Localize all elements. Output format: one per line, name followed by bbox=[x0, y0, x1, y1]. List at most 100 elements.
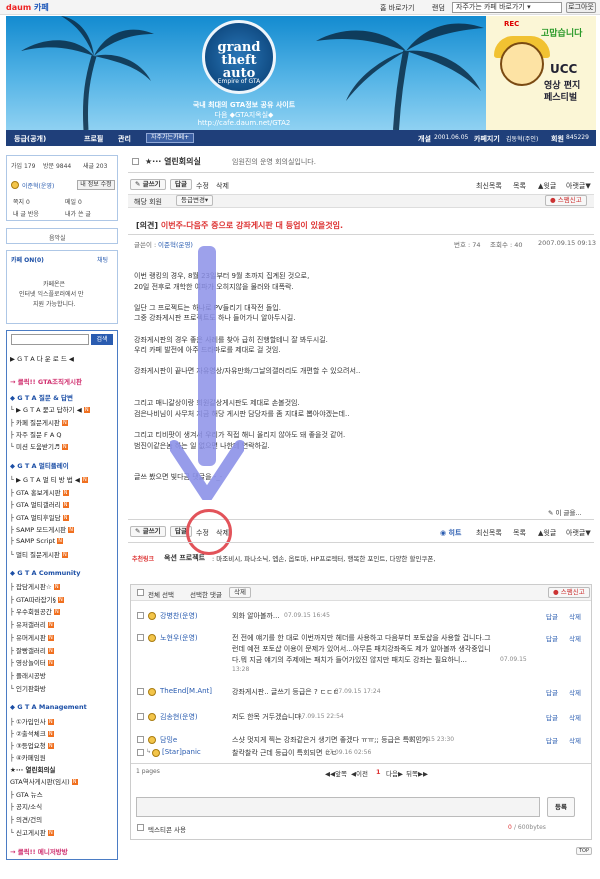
comment-spam-button[interactable]: ● 스팸신고 bbox=[548, 587, 590, 598]
menu-section-header[interactable]: ◆ G T A Management bbox=[10, 703, 87, 711]
menu-search-button[interactable]: 검색 bbox=[91, 334, 113, 345]
menu-item[interactable]: ├ 의견/건의 bbox=[10, 814, 42, 824]
comment-reply-link[interactable]: 답글 bbox=[546, 611, 558, 621]
menu-item[interactable]: ├ 카페 질문게시판 N bbox=[10, 417, 68, 427]
ad-links[interactable]: : 마조비시, 파나소닉, 엡손, 옵토마, HP프로젝터, 행복한 포인트, … bbox=[212, 553, 435, 563]
note-link[interactable]: 쪽지 0 bbox=[13, 197, 30, 206]
comment-checkbox[interactable] bbox=[137, 634, 144, 641]
menu-item[interactable]: └ ▶ G T A 멀 티 방 법 ◀ N bbox=[10, 474, 88, 484]
prev-post-link-bottom[interactable]: ▲윗글 bbox=[538, 528, 556, 538]
commenter-name[interactable]: 김송현(운영) bbox=[160, 712, 198, 722]
menu-section-header[interactable]: ◆ G T A 질문 & 답변 bbox=[10, 392, 73, 402]
edit-profile-button[interactable]: 내 정보 수정 bbox=[77, 180, 115, 190]
comment-checkbox[interactable] bbox=[137, 736, 144, 743]
latest-list-link-bottom[interactable]: 최신목록 bbox=[476, 528, 502, 538]
menu-item[interactable]: ├ SAMP 모드게시판 N bbox=[10, 524, 75, 534]
menu-search-input[interactable] bbox=[11, 334, 89, 345]
pager-current[interactable]: 1 bbox=[376, 768, 381, 776]
ucc-ad[interactable]: REC 고맙습니다 UCC 영상 편지 페스티벌 bbox=[486, 16, 596, 130]
prev-post-link[interactable]: ▲윗글 bbox=[538, 181, 556, 191]
home-link[interactable]: 홈 바로가기 bbox=[380, 3, 414, 13]
logout-button[interactable]: 로그아웃 bbox=[566, 2, 596, 13]
menu-item[interactable]: ├ ③등업요청 N bbox=[10, 740, 54, 750]
menu-item[interactable]: ├ ①가입인사 N bbox=[10, 716, 54, 726]
write-button[interactable]: ✎ 글쓰기 bbox=[130, 179, 166, 190]
heat-link[interactable]: ◉ 히트 bbox=[440, 528, 461, 538]
my-reply-link[interactable]: 내 글 반응 bbox=[13, 209, 39, 218]
my-write-link[interactable]: 내가 쓴 글 bbox=[65, 209, 91, 218]
emoticon-checkbox[interactable] bbox=[137, 824, 144, 831]
menu-item[interactable]: GTA역사게시판(임시) N bbox=[10, 776, 78, 786]
comment-reply-link[interactable]: 답글 bbox=[546, 735, 558, 745]
select-all-checkbox[interactable] bbox=[137, 589, 144, 596]
grade-change-select[interactable]: 등급변경▾ bbox=[176, 195, 214, 206]
random-link[interactable]: 랜덤 bbox=[432, 3, 445, 13]
chat-link[interactable]: 채팅 bbox=[97, 255, 108, 264]
music-box[interactable]: 음악실 bbox=[6, 228, 118, 244]
comment-delete-link[interactable]: 삭제 bbox=[569, 735, 581, 745]
comment-checkbox[interactable] bbox=[137, 713, 144, 720]
menu-item[interactable]: ├ 유저갤러리 N bbox=[10, 619, 54, 629]
menu-item[interactable]: ├ 플래시공방 bbox=[10, 670, 46, 680]
comment-reply-link[interactable]: 답글 bbox=[546, 687, 558, 697]
menu-item[interactable]: └ 인기판화방 bbox=[10, 683, 46, 693]
menu-section-header[interactable]: ◆ G T A Community bbox=[10, 569, 80, 577]
pager-last[interactable]: 뒤쪽▶▶ bbox=[406, 768, 428, 778]
top-button[interactable]: TOP bbox=[576, 847, 593, 855]
commenter-name[interactable]: TheEnd[M.Ant] bbox=[160, 687, 212, 695]
menu-item[interactable]: ▶ G T A 다 운 로 드 ◀ bbox=[10, 353, 74, 363]
favorite-cafe-button[interactable]: 자주가는카페+ bbox=[146, 133, 195, 143]
comment-checkbox[interactable] bbox=[137, 612, 144, 619]
comment-delete-link[interactable]: 삭제 bbox=[569, 611, 581, 621]
banner-url[interactable]: http://cafe.daum.net/GTA2 bbox=[176, 119, 312, 127]
commenter-name[interactable]: 노현우(운영) bbox=[160, 633, 198, 643]
menu-item[interactable]: → 클릭!! 메니저방방 bbox=[10, 846, 68, 856]
spam-report-button[interactable]: ● 스팸신고 bbox=[545, 195, 587, 206]
menu-item[interactable]: ├ GTA따라잡기§ N bbox=[10, 594, 64, 604]
menu-item[interactable]: ├ 영상놀이터 N bbox=[10, 657, 54, 667]
list-link-bottom[interactable]: 목록 bbox=[513, 528, 526, 538]
next-post-link-bottom[interactable]: 아랫글▼ bbox=[566, 528, 591, 538]
nav-profile[interactable]: 프로필 bbox=[84, 134, 103, 144]
comment-checkbox[interactable] bbox=[137, 749, 144, 756]
list-link[interactable]: 목록 bbox=[513, 181, 526, 191]
ad-title[interactable]: 옥션 프로젝트 bbox=[164, 553, 205, 563]
menu-item[interactable]: ★··· 열린회의실 bbox=[10, 764, 55, 774]
menu-item[interactable]: ├ 우수회원공간 N bbox=[10, 606, 60, 616]
reply-button[interactable]: 답글 bbox=[170, 179, 192, 190]
menu-item[interactable]: ├ ④카페임원 bbox=[10, 752, 46, 762]
menu-item[interactable]: → 클릭!! GTA조직게시판 bbox=[10, 376, 82, 386]
menu-item[interactable]: ├ 잡담게시판☆ N bbox=[10, 581, 60, 591]
commenter-name[interactable]: 담밍e bbox=[160, 735, 177, 745]
comment-reply-link[interactable]: 답글 bbox=[546, 633, 558, 643]
pager-first[interactable]: ◀◀앞쪽 bbox=[325, 768, 347, 778]
comment-textarea[interactable] bbox=[136, 797, 540, 817]
next-post-link[interactable]: 아랫글▼ bbox=[566, 181, 591, 191]
mail-link[interactable]: 메일 0 bbox=[65, 197, 82, 206]
latest-list-link[interactable]: 최신목록 bbox=[476, 181, 502, 191]
favorite-cafe-select[interactable]: 자주가는 카페 바로가기 ▾ bbox=[452, 2, 562, 13]
write-button-bottom[interactable]: ✎ 글쓰기 bbox=[130, 526, 166, 537]
comment-delete-link[interactable]: 삭제 bbox=[569, 687, 581, 697]
edit-link[interactable]: 수정 bbox=[196, 181, 209, 191]
nav-member[interactable]: 등급(공개) bbox=[14, 134, 46, 144]
delete-link[interactable]: 삭제 bbox=[216, 181, 229, 191]
menu-item[interactable]: ├ ②출석체크 N bbox=[10, 728, 54, 738]
menu-item[interactable]: ├ GTA 홍보게시판 N bbox=[10, 487, 69, 497]
menu-item[interactable]: ├ 유머게시판 N bbox=[10, 632, 54, 642]
user-name[interactable]: 이준혁(운영) bbox=[22, 181, 54, 190]
more-link[interactable]: ✎ 이 글을... bbox=[548, 507, 582, 517]
menu-section-header[interactable]: ◆ G T A 멀티플레이 bbox=[10, 460, 69, 470]
menu-item[interactable]: ├ 공지/소식 bbox=[10, 801, 42, 811]
commenter-name[interactable]: [Star]panic bbox=[162, 748, 201, 756]
cafe-owner[interactable]: 김동혁(주인) bbox=[506, 134, 538, 143]
comment-delete-link[interactable]: 삭제 bbox=[569, 633, 581, 643]
pager-next[interactable]: 다음▶ bbox=[386, 768, 403, 778]
menu-item[interactable]: ├ GTA 멀티갤러리 N bbox=[10, 499, 69, 509]
pager-prev[interactable]: ◀이전 bbox=[351, 768, 368, 778]
menu-item[interactable]: └ ▶ G T A 묻고 답하기 ◀ N bbox=[10, 404, 90, 414]
nav-manage[interactable]: 관리 bbox=[118, 134, 131, 144]
comment-reply-link[interactable]: 답글 bbox=[546, 712, 558, 722]
menu-item[interactable]: └ 신고게시판 N bbox=[10, 827, 54, 837]
commenter-name[interactable]: 강병찬(운영) bbox=[160, 611, 198, 621]
